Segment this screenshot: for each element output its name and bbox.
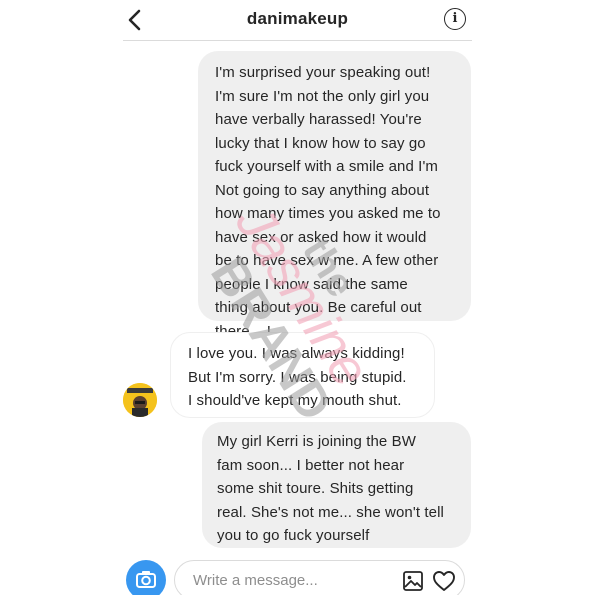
message-text: My girl Kerri is joining the BW fam soon… bbox=[217, 433, 444, 544]
camera-icon bbox=[136, 571, 156, 588]
conversation-title[interactable]: danimakeup bbox=[123, 9, 472, 29]
message-composer: Write a message... bbox=[126, 560, 465, 595]
message-bubble-outgoing: I'm surprised your speaking out! I'm sur… bbox=[198, 51, 471, 340]
info-icon[interactable]: i bbox=[444, 8, 466, 30]
heart-icon bbox=[433, 571, 455, 591]
message-bubble-incoming: I love you. I was always kidding! But I'… bbox=[170, 332, 435, 418]
message-text: I'm surprised your speaking out! I'm sur… bbox=[215, 64, 441, 340]
camera-button[interactable] bbox=[126, 560, 166, 595]
chat-header: danimakeup i bbox=[123, 0, 472, 41]
message-text: I love you. I was always kidding! But I'… bbox=[188, 345, 407, 409]
avatar[interactable] bbox=[123, 383, 157, 417]
avatar-image bbox=[123, 383, 157, 417]
image-icon bbox=[403, 571, 423, 591]
like-button[interactable] bbox=[432, 569, 456, 593]
gallery-button[interactable] bbox=[402, 570, 424, 592]
message-input[interactable]: Write a message... bbox=[174, 560, 465, 595]
chat-window: danimakeup i I'm surprised your speaking… bbox=[123, 0, 472, 595]
message-bubble-outgoing: My girl Kerri is joining the BW fam soon… bbox=[202, 422, 471, 548]
input-placeholder: Write a message... bbox=[193, 572, 318, 589]
